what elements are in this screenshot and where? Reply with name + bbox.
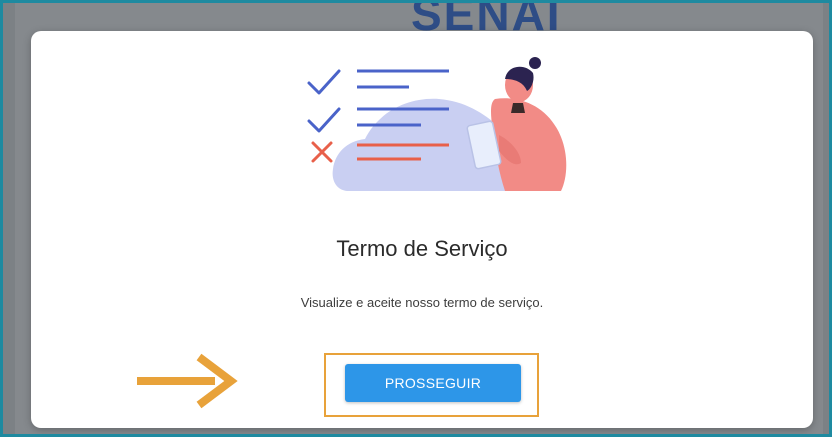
x-icon (311, 141, 333, 163)
app-frame: SENAI Termo de Serviço Visualize e aceit… (0, 0, 832, 437)
check-icon (307, 69, 341, 95)
check-icon (307, 107, 341, 133)
modal-subtitle: Visualize e aceite nosso termo de serviç… (300, 295, 544, 310)
modal-title: Termo de Serviço (336, 236, 508, 261)
arrow-right-icon (137, 353, 238, 409)
terms-modal: Termo de Serviço Visualize e aceite noss… (31, 31, 813, 428)
proceed-button[interactable]: PROSSEGUIR (345, 364, 521, 402)
terms-illustration (307, 57, 567, 191)
